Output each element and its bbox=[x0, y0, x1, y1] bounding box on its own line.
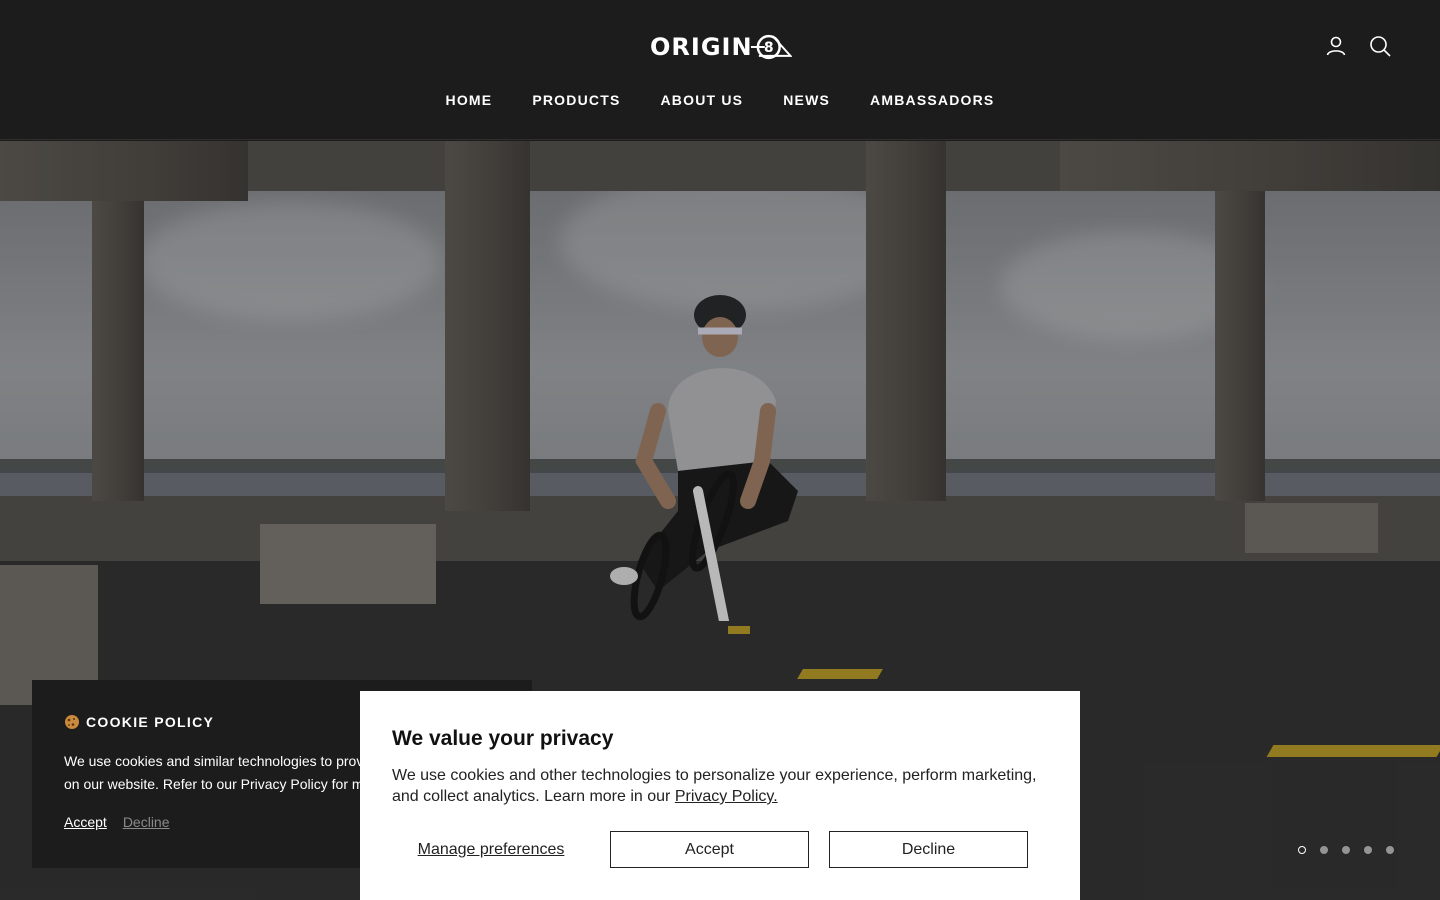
origin8-logo[interactable]: ORIGIN 8 bbox=[650, 30, 792, 64]
slide-dot-5[interactable] bbox=[1386, 846, 1394, 854]
cookie-title-text: COOKIE POLICY bbox=[86, 714, 215, 730]
nav-home[interactable]: HOME bbox=[446, 92, 493, 108]
slide-dot-3[interactable] bbox=[1342, 846, 1350, 854]
site-header: ORIGIN 8 HOME PRODUCTS ABOUT US NEWS AMB… bbox=[0, 0, 1440, 140]
accept-button[interactable]: Accept bbox=[610, 831, 809, 868]
decline-button[interactable]: Decline bbox=[829, 831, 1028, 868]
nav-news[interactable]: NEWS bbox=[783, 92, 830, 108]
privacy-dialog-actions: Manage preferences Accept Decline bbox=[392, 831, 1028, 868]
cookie-accept-link[interactable]: Accept bbox=[64, 814, 107, 830]
privacy-policy-link[interactable]: Privacy Policy. bbox=[675, 788, 778, 805]
slide-dot-4[interactable] bbox=[1364, 846, 1372, 854]
search-icon[interactable] bbox=[1368, 34, 1392, 58]
slide-dot-2[interactable] bbox=[1320, 846, 1328, 854]
logo-mark-icon: 8 bbox=[750, 34, 792, 60]
privacy-dialog-title: We value your privacy bbox=[392, 727, 614, 750]
slide-dot-1[interactable] bbox=[1298, 846, 1306, 854]
main-nav: HOME PRODUCTS ABOUT US NEWS AMBASSADORS bbox=[0, 92, 1440, 108]
nav-ambassadors[interactable]: AMBASSADORS bbox=[870, 92, 994, 108]
nav-about-us[interactable]: ABOUT US bbox=[661, 92, 744, 108]
cookie-icon bbox=[65, 715, 79, 729]
cookie-decline-link[interactable]: Decline bbox=[123, 814, 170, 830]
svg-text:8: 8 bbox=[763, 40, 773, 56]
logo-wordmark: ORIGIN bbox=[650, 33, 753, 61]
privacy-consent-dialog: We value your privacy We use cookies and… bbox=[360, 691, 1080, 900]
slide-pagination bbox=[1298, 846, 1394, 854]
account-icon[interactable] bbox=[1324, 34, 1348, 58]
privacy-dialog-text: We use cookies and other technologies to… bbox=[392, 765, 1052, 807]
manage-preferences-button[interactable]: Manage preferences bbox=[392, 841, 590, 859]
nav-products[interactable]: PRODUCTS bbox=[532, 92, 620, 108]
header-actions bbox=[1324, 34, 1392, 58]
